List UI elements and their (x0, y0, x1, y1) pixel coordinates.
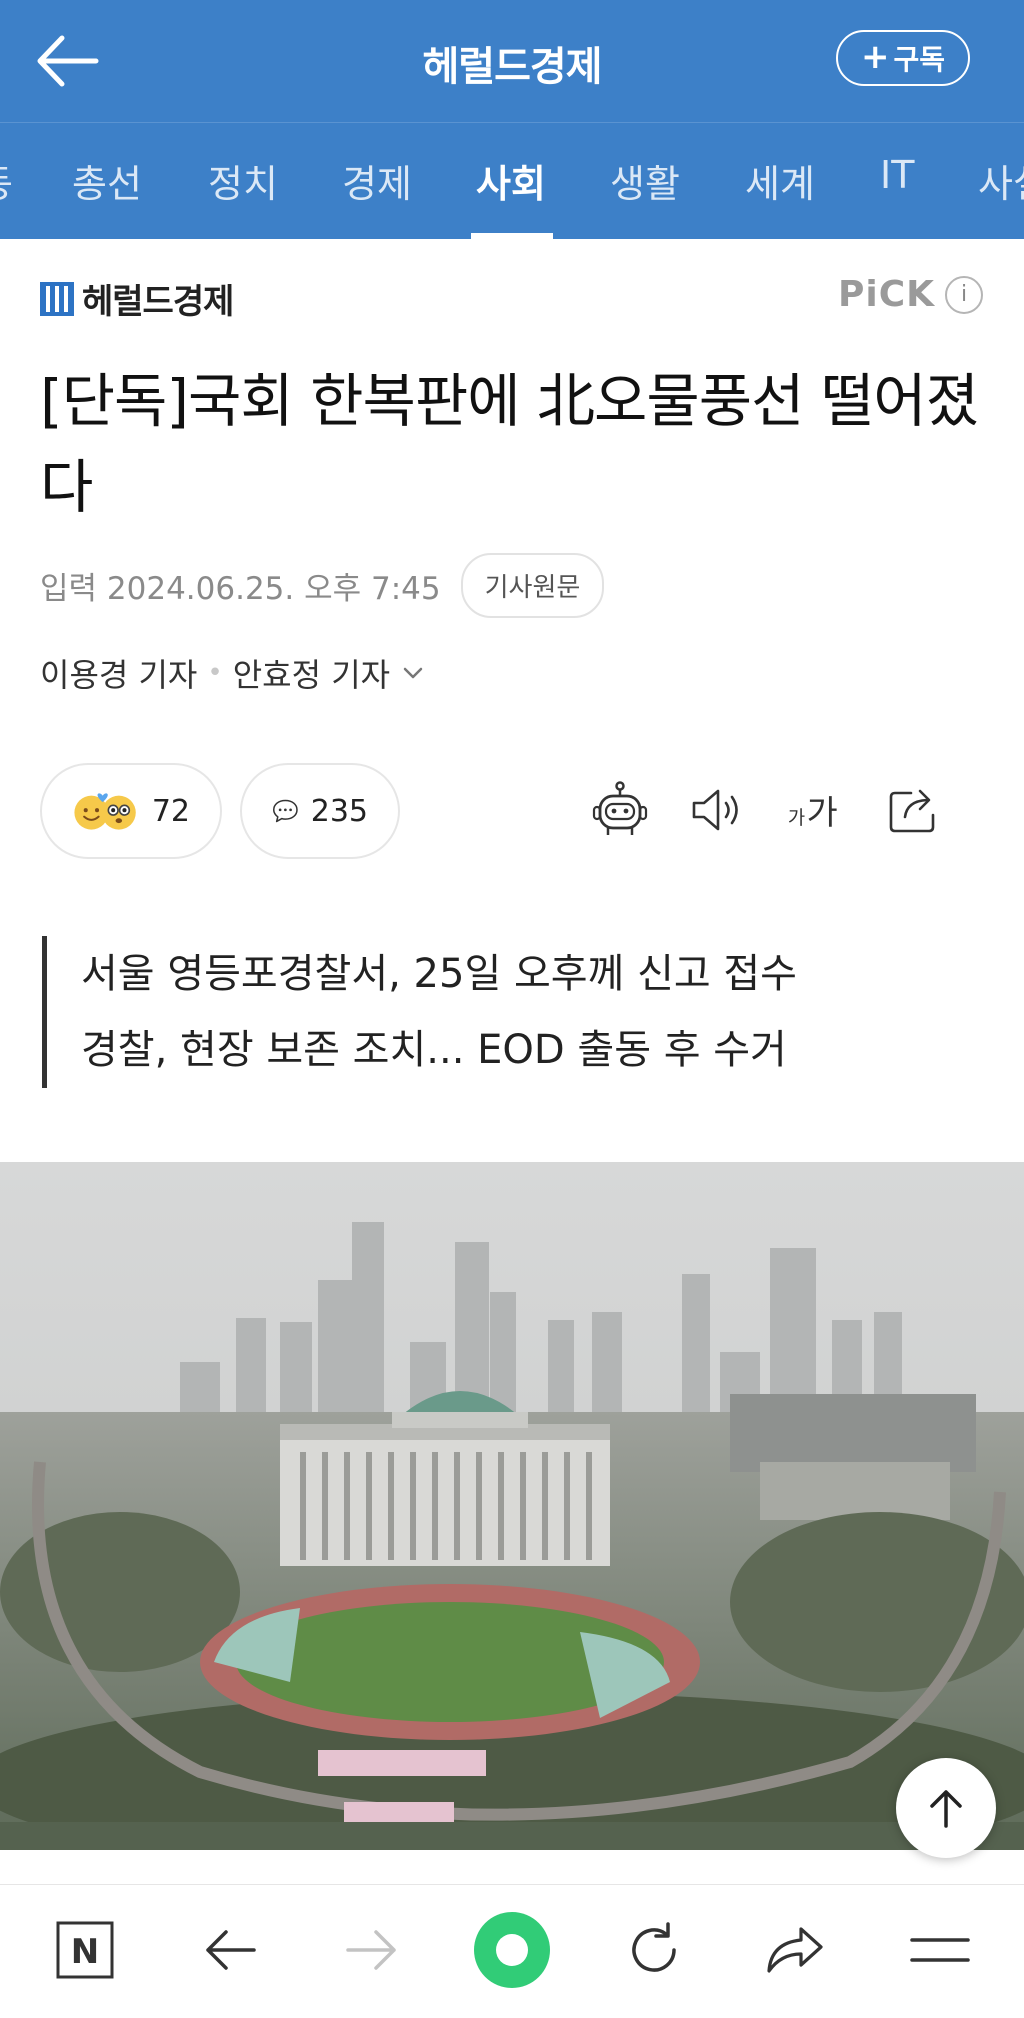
press-logo-mark (40, 281, 74, 316)
speaker-icon (692, 789, 738, 831)
browser-back-button[interactable] (190, 1915, 270, 1985)
category-tabs: 동 총선 정치 경제 사회 생활 세계 IT 사설 (0, 123, 1024, 239)
article-summary: 서울 영등포경찰서, 25일 오후께 신고 접수 경찰, 현장 보존 조치...… (42, 936, 981, 1088)
tts-button[interactable] (690, 775, 746, 845)
naver-home-button[interactable]: N (45, 1915, 125, 1985)
share-button[interactable] (886, 775, 942, 845)
author-list[interactable]: 이용경 기자 • 안효정 기자 (40, 650, 426, 696)
menu-button[interactable] (900, 1915, 980, 1985)
chevron-down-icon (403, 667, 423, 679)
publish-date: 입력 2024.06.25. 오후 7:45 (40, 571, 441, 607)
arrow-left-icon (206, 1930, 256, 1970)
robot-icon (592, 781, 648, 835)
browser-forward-button[interactable] (332, 1915, 412, 1985)
share-page-button[interactable] (755, 1915, 835, 1985)
tab-living[interactable]: 생활 (610, 153, 680, 208)
national-assembly-aerial-photo (0, 1162, 1024, 1850)
tab-category-partial[interactable]: 동 (0, 153, 13, 208)
summary-line: 서울 영등포경찰서, 25일 오후께 신고 접수 (81, 951, 797, 997)
tab-society[interactable]: 사회 (476, 153, 546, 208)
green-dot-button[interactable] (472, 1912, 552, 1988)
svg-text:가: 가 (807, 793, 838, 832)
tab-politics[interactable]: 정치 (208, 153, 278, 208)
naver-n-icon: N (56, 1921, 114, 1979)
reaction-count: 72 (151, 793, 190, 829)
subscribe-button[interactable]: + 구독 (836, 30, 970, 86)
arrow-up-icon (930, 1790, 962, 1828)
article-photo[interactable] (0, 1162, 1024, 1850)
subscribe-label: 구독 (893, 43, 946, 76)
pick-label: PiCK (838, 274, 936, 315)
article-meta: 입력 2024.06.25. 오후 7:45 기사원문 (40, 553, 605, 618)
info-icon[interactable]: i (945, 275, 984, 314)
tab-election[interactable]: 총선 (72, 153, 142, 208)
tab-it[interactable]: IT (880, 153, 914, 197)
reaction-button[interactable]: 72 (40, 763, 222, 859)
share-icon (889, 789, 935, 833)
summary-line: 경찰, 현장 보존 조치... EOD 출동 후 수거 (81, 1027, 787, 1073)
comment-count: 235 (310, 793, 368, 829)
svg-text:가: 가 (788, 807, 805, 829)
separator-dot: • (207, 658, 223, 688)
arrow-right-icon (346, 1930, 396, 1970)
tab-editorial-partial[interactable]: 사설 (978, 153, 1024, 208)
reaction-bar: 72 235 (40, 763, 400, 859)
summary-bot-button[interactable] (590, 775, 650, 845)
font-size-icon: 가 가 (788, 793, 838, 832)
plus-icon: + (860, 36, 890, 77)
refresh-icon (632, 1922, 676, 1972)
author-name: 안효정 기자 (232, 656, 391, 694)
tab-world[interactable]: 세계 (745, 153, 815, 208)
original-article-button[interactable]: 기사원문 (460, 553, 605, 618)
tab-economy[interactable]: 경제 (342, 153, 412, 208)
svg-text:N: N (71, 1932, 99, 1972)
press-logo[interactable]: 헤럴드경제 (40, 274, 234, 323)
scroll-top-button[interactable] (896, 1758, 996, 1858)
font-size-button[interactable]: 가 가 (786, 775, 846, 845)
emoji-reactions-icon (74, 793, 136, 830)
article-tools: 가 가 (590, 775, 942, 845)
comment-button[interactable]: 235 (240, 763, 400, 859)
hamburger-menu-icon (910, 1938, 970, 1962)
bottom-navigation: N (0, 1884, 1024, 2018)
press-logo-name: 헤럴드경제 (82, 282, 234, 322)
pick-badge[interactable]: PiCK i (838, 274, 984, 315)
green-dot-icon (474, 1912, 550, 1988)
active-tab-indicator (471, 233, 553, 239)
article-headline: [단독]국회 한복판에 北오물풍선 떨어졌다 (40, 367, 979, 521)
refresh-button[interactable] (614, 1915, 694, 1985)
author-name: 이용경 기자 (40, 656, 198, 694)
comment-icon (272, 799, 298, 823)
app-header: 헤럴드경제 + 구독 (0, 0, 1024, 122)
share-arrow-icon (767, 1927, 823, 1973)
